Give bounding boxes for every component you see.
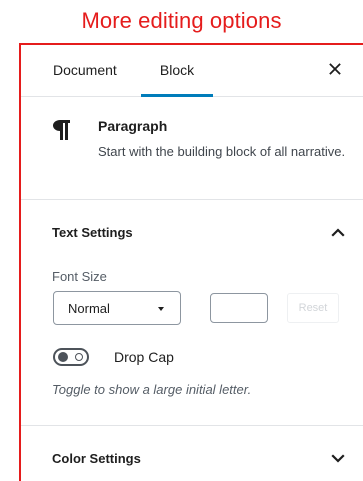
close-button[interactable] <box>325 59 345 79</box>
color-settings-title: Color Settings <box>52 451 141 466</box>
block-settings-sidebar: Document Block Paragraph Start with the … <box>21 45 363 481</box>
block-title: Paragraph <box>98 118 168 134</box>
font-size-select-value: Normal <box>68 301 110 316</box>
paragraph-icon <box>53 120 70 140</box>
close-icon <box>329 63 341 75</box>
chevron-down-icon <box>331 454 345 463</box>
custom-font-size-input[interactable] <box>210 293 268 323</box>
tab-block[interactable]: Block <box>141 45 213 97</box>
caret-down-icon <box>158 307 164 311</box>
font-size-label: Font Size <box>52 269 107 284</box>
text-settings-toggle[interactable]: Text Settings <box>21 200 363 252</box>
sidebar-tabs: Document Block <box>21 45 363 97</box>
toggle-off-indicator <box>75 353 83 361</box>
text-settings-title: Text Settings <box>52 225 133 240</box>
reset-button[interactable]: Reset <box>287 293 339 323</box>
callout-caption: More editing options <box>81 8 282 33</box>
drop-cap-toggle[interactable] <box>53 348 89 366</box>
active-tab-indicator <box>141 94 213 97</box>
block-description: Start with the building block of all nar… <box>98 144 346 159</box>
block-card: Paragraph Start with the building block … <box>21 98 363 200</box>
chevron-up-icon <box>331 228 345 237</box>
drop-cap-help: Toggle to show a large initial letter. <box>52 382 252 397</box>
drop-cap-label: Drop Cap <box>114 349 174 365</box>
color-settings-toggle[interactable]: Color Settings <box>21 426 363 478</box>
font-size-select[interactable]: Normal <box>53 291 181 325</box>
toggle-knob <box>58 352 68 362</box>
tab-document[interactable]: Document <box>53 45 117 97</box>
